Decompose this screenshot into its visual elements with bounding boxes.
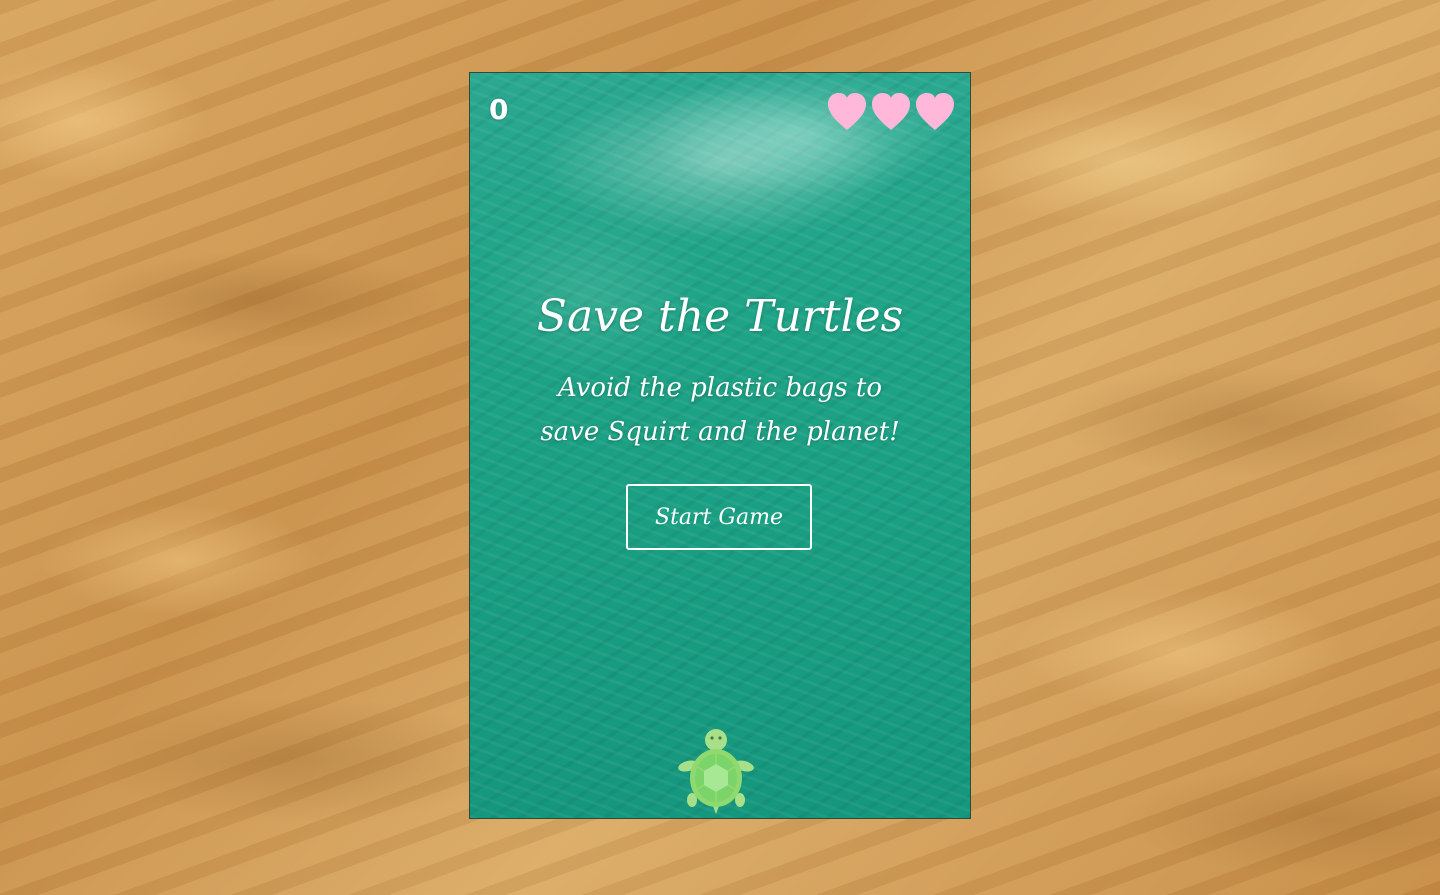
heart-icon xyxy=(828,93,866,130)
heart-icon xyxy=(916,93,954,130)
turtle-icon xyxy=(678,729,754,814)
game-canvas[interactable]: 0 Save the Turtles Avoid the plastic bag… xyxy=(469,72,971,819)
start-game-button[interactable]: Start Game xyxy=(626,484,812,550)
lives-display xyxy=(827,93,955,133)
game-title: Save the Turtles xyxy=(536,291,904,342)
game-instructions: Avoid the plastic bags to save Squirt an… xyxy=(540,373,900,447)
score-counter: 0 xyxy=(489,93,509,126)
heart-icon xyxy=(872,93,910,130)
